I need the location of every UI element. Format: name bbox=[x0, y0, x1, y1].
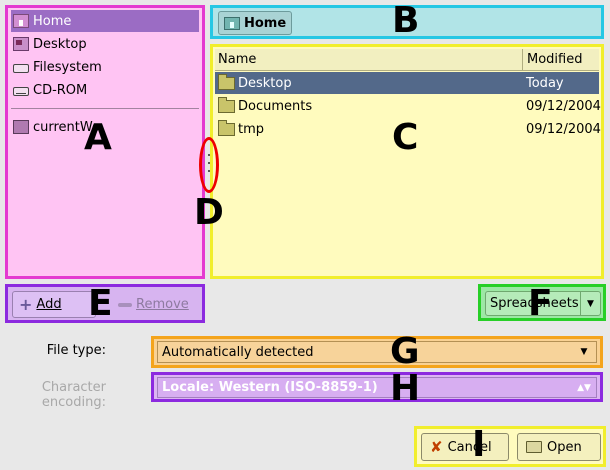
desktop-icon bbox=[13, 37, 29, 51]
region-marker-d: D bbox=[194, 192, 224, 233]
file-type-combo: Automatically detected ▼ bbox=[151, 336, 603, 368]
file-type-label: File type: bbox=[46, 343, 106, 358]
folder-icon bbox=[13, 120, 29, 134]
add-bookmark-button[interactable]: + Add bbox=[12, 291, 96, 318]
sidebar-item-label: Filesystem bbox=[33, 59, 102, 75]
chevron-down-icon[interactable]: ▼ bbox=[575, 343, 593, 361]
sidebar-item-cdrom[interactable]: CD-ROM bbox=[11, 79, 199, 101]
encoding-label: Character encoding: bbox=[41, 380, 106, 410]
file-name: Desktop bbox=[238, 75, 292, 91]
sidebar-item-filesystem[interactable]: Filesystem bbox=[11, 56, 199, 78]
cdrom-icon bbox=[13, 87, 29, 96]
file-row-desktop[interactable]: Desktop Today bbox=[215, 72, 599, 94]
sidebar-item-home[interactable]: Home bbox=[11, 10, 199, 32]
file-name: tmp bbox=[238, 121, 265, 137]
column-header-name[interactable]: Name bbox=[215, 49, 523, 70]
sidebar-item-label: CD-ROM bbox=[33, 82, 88, 98]
file-modified: Today bbox=[526, 75, 564, 91]
open-button[interactable]: Open bbox=[517, 433, 601, 461]
file-type-select[interactable]: Automatically detected ▼ bbox=[157, 341, 597, 363]
folder-icon bbox=[218, 74, 235, 90]
sidebar-item-label: Desktop bbox=[33, 36, 87, 52]
pane-resize-handle[interactable] bbox=[199, 137, 219, 193]
file-name: Documents bbox=[238, 98, 313, 114]
region-marker-a: A bbox=[84, 117, 112, 158]
open-label: Open bbox=[547, 439, 582, 455]
home-folder-icon bbox=[224, 16, 240, 30]
remove-label: Remove bbox=[136, 297, 189, 312]
dialog-button-box: ✘ Cancel Open bbox=[414, 426, 606, 467]
cancel-x-icon: ✘ bbox=[430, 438, 443, 456]
grip-dot-icon bbox=[208, 154, 210, 156]
region-marker-e: E bbox=[88, 283, 113, 324]
column-header-modified[interactable]: Modified bbox=[524, 49, 599, 70]
file-list-header: Name Modified bbox=[215, 49, 599, 71]
harddisk-icon bbox=[13, 64, 29, 73]
region-marker-i: I bbox=[472, 424, 486, 465]
plus-icon: + bbox=[19, 295, 33, 314]
region-marker-g: G bbox=[390, 331, 420, 372]
file-modified: 09/12/2004 bbox=[526, 98, 601, 114]
open-folder-icon bbox=[526, 441, 542, 453]
file-type-value: Automatically detected bbox=[162, 344, 314, 360]
path-home-label: Home bbox=[244, 15, 287, 31]
folder-icon bbox=[218, 120, 235, 136]
path-home-button[interactable]: Home bbox=[218, 11, 292, 35]
add-label: Add bbox=[36, 297, 62, 312]
home-folder-icon bbox=[13, 14, 29, 28]
minus-icon bbox=[118, 302, 132, 307]
region-marker-b: B bbox=[392, 0, 420, 41]
grip-dot-icon bbox=[208, 170, 210, 172]
file-list[interactable]: Name Modified Desktop Today Documents 09… bbox=[210, 44, 604, 279]
encoding-value: Locale: Western (ISO-8859-1) bbox=[162, 380, 378, 395]
file-modified: 09/12/2004 bbox=[526, 121, 601, 137]
remove-bookmark-button[interactable]: Remove bbox=[112, 291, 202, 318]
up-down-arrows-icon[interactable]: ▲▼ bbox=[575, 379, 593, 397]
encoding-select[interactable]: Locale: Western (ISO-8859-1) ▲▼ bbox=[157, 377, 597, 398]
chevron-down-icon[interactable]: ▼ bbox=[580, 292, 600, 315]
region-marker-h: H bbox=[390, 368, 421, 409]
sidebar-item-desktop[interactable]: Desktop bbox=[11, 33, 199, 55]
sidebar-item-label: Home bbox=[33, 13, 72, 29]
region-marker-f: F bbox=[528, 283, 553, 324]
file-row-documents[interactable]: Documents 09/12/2004 bbox=[215, 95, 601, 117]
encoding-combo: Locale: Western (ISO-8859-1) ▲▼ bbox=[151, 372, 603, 402]
grip-dot-icon bbox=[208, 162, 210, 164]
sidebar-separator bbox=[11, 108, 199, 109]
folder-icon bbox=[218, 97, 235, 113]
cancel-button[interactable]: ✘ Cancel bbox=[421, 433, 509, 461]
region-marker-c: C bbox=[392, 117, 419, 158]
